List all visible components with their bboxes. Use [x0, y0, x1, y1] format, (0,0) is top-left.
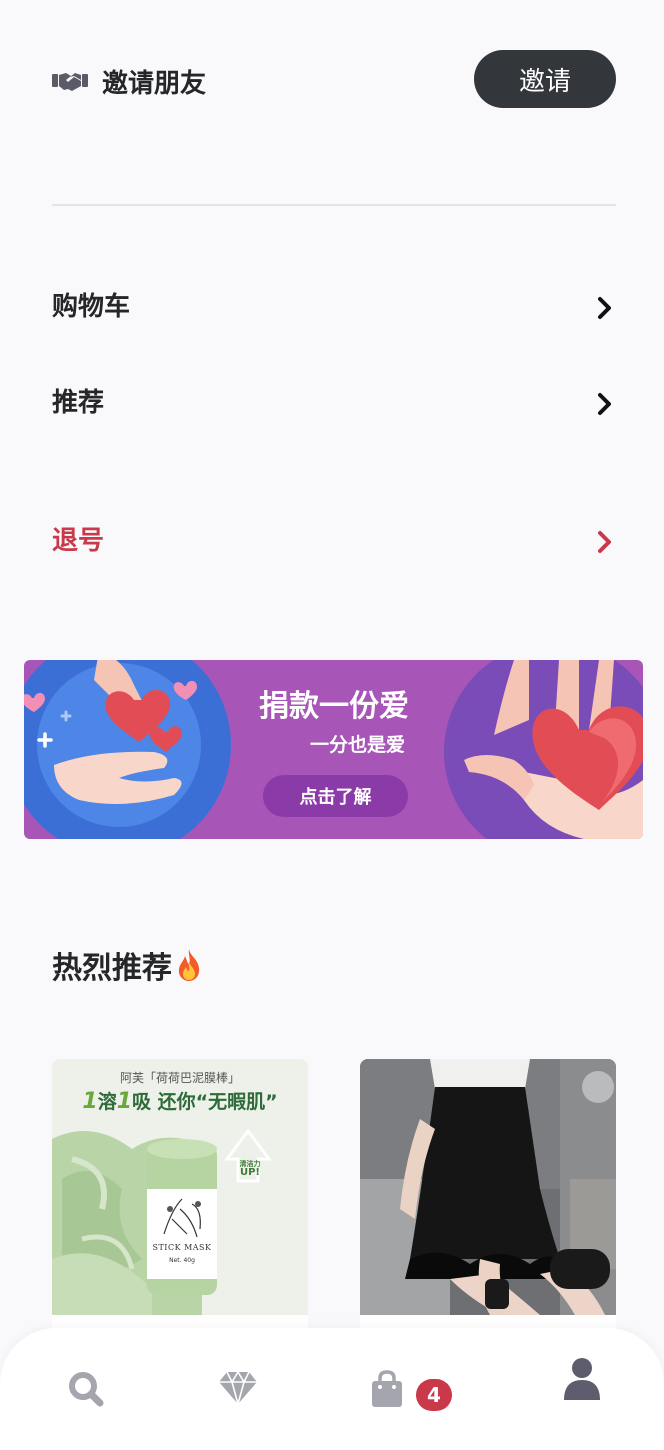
slogan-num-2: 1 [116, 1089, 133, 1114]
slogan-part-2: 吸 还你“无暇肌” [132, 1091, 278, 1113]
tab-premium[interactable] [198, 1328, 278, 1450]
jar-net-weight: Net. 40g [169, 1257, 195, 1264]
handshake-icon [52, 73, 88, 91]
menu-item-logout[interactable]: 退号 [52, 517, 616, 567]
tab-profile[interactable] [542, 1328, 622, 1450]
menu-item-label: 购物车 [52, 292, 131, 322]
diamond-icon [219, 1370, 257, 1406]
banner-subtitle: 一分也是爱 [310, 734, 406, 756]
menu-item-label: 退号 [52, 526, 105, 556]
product-slogan: 1溶1吸 还你“无暇肌” [52, 1087, 308, 1114]
banner-learn-more-button[interactable]: 点击了解 [263, 775, 408, 817]
jar-label: STICK MASK [152, 1243, 212, 1252]
product-brand-text: 阿芙「荷荷巴泥膜棒」 [119, 1071, 240, 1085]
shopping-bag-icon [372, 1370, 402, 1407]
section-title-text: 热烈推荐 [52, 951, 172, 986]
product-card[interactable] [360, 1059, 616, 1359]
slogan-part-1: 溶 [97, 1091, 117, 1113]
up-label: UP! [239, 1167, 260, 1178]
chevron-right-icon [598, 531, 611, 553]
donation-banner[interactable]: 捐款一份爱 一分也是爱 点击了解 [24, 660, 643, 839]
menu-item-recommend[interactable]: 推荐 [52, 379, 616, 429]
fire-icon [178, 949, 200, 981]
product-card[interactable]: 阿芙「荷荷巴泥膜棒」 1溶1吸 还你“无暇肌” STICK MASK Net. … [52, 1059, 308, 1359]
slogan-num-1: 1 [82, 1089, 98, 1114]
menu-item-cart[interactable]: 购物车 [52, 283, 616, 333]
product-image [360, 1059, 616, 1315]
menu-item-label: 推荐 [52, 388, 105, 418]
divider [52, 204, 616, 206]
tab-search[interactable] [46, 1328, 126, 1450]
chevron-right-icon [598, 297, 611, 319]
user-icon [564, 1358, 600, 1400]
banner-title: 捐款一份爱 [259, 689, 409, 724]
cart-count-badge: 4 [416, 1379, 452, 1411]
bottom-tab-bar [0, 1328, 664, 1450]
section-title: 热烈推荐 [52, 948, 204, 990]
search-icon [69, 1372, 104, 1407]
invite-button[interactable]: 邀请 [474, 50, 616, 108]
chevron-right-icon [598, 393, 611, 415]
invite-row: 邀请朋友 邀请 [52, 50, 616, 110]
invite-friends-label: 邀请朋友 [102, 69, 207, 99]
